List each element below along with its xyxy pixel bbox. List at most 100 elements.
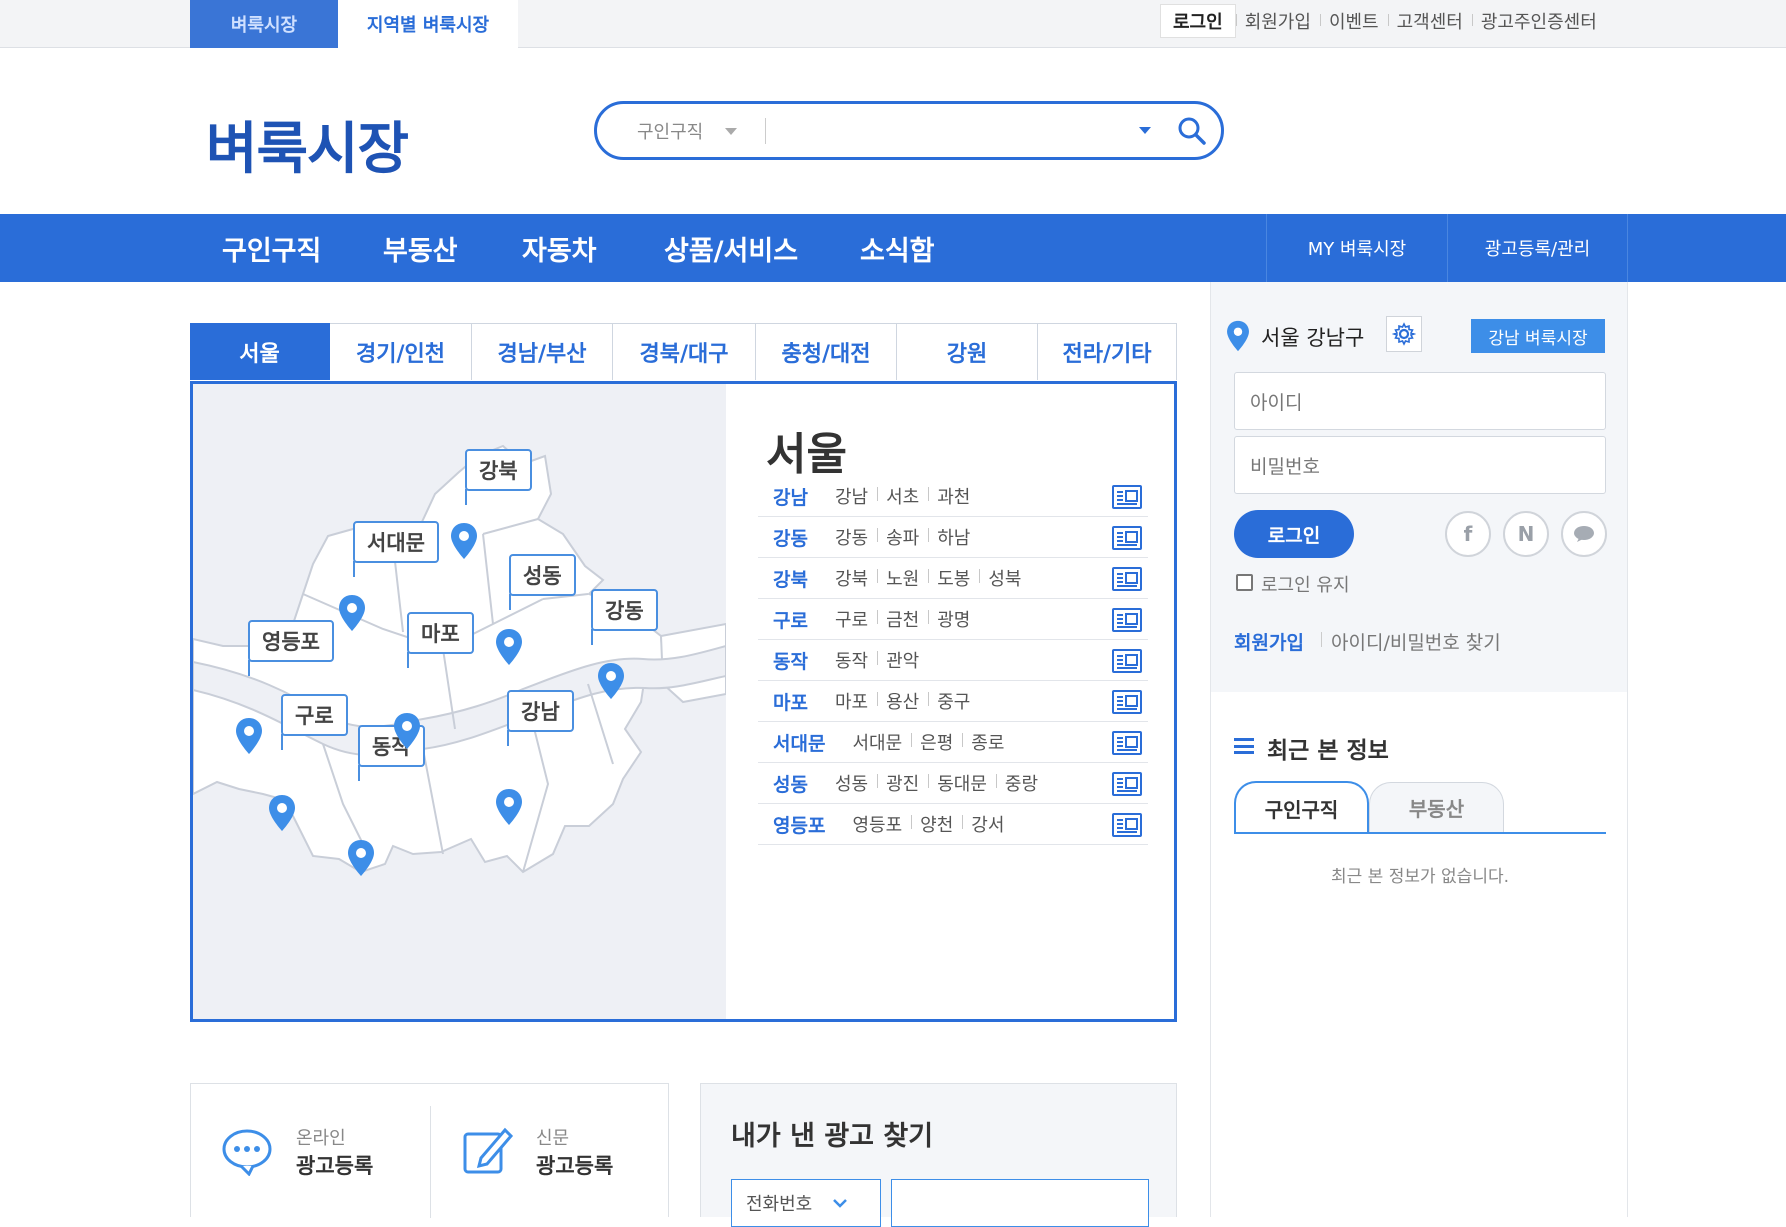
nav-jobs[interactable]: 구인구직	[222, 214, 321, 282]
login-button[interactable]: 로그인	[1234, 510, 1354, 558]
district-name[interactable]: 성동	[773, 770, 808, 797]
map-label-gangdong[interactable]: 강동	[591, 589, 658, 645]
district-row[interactable]: 동작 동작 관악	[758, 640, 1148, 681]
district-name[interactable]: 마포	[773, 688, 808, 715]
settings-gear-icon[interactable]	[1386, 316, 1422, 352]
sub-district[interactable]: 중랑	[995, 770, 1047, 796]
sub-district[interactable]: 구로	[826, 606, 877, 632]
district-row[interactable]: 구로 구로 금천 광명	[758, 599, 1148, 640]
sub-district[interactable]: 광진	[877, 770, 928, 796]
newspaper-icon[interactable]	[1112, 772, 1142, 796]
map-label-yeongdeungpo[interactable]: 영등포	[248, 620, 334, 676]
facebook-icon[interactable]: f	[1445, 511, 1491, 557]
chat-bubble-icon[interactable]	[221, 1128, 273, 1176]
top-signup-link[interactable]: 회원가입	[1235, 8, 1320, 34]
sub-district[interactable]: 은평	[911, 729, 962, 755]
kakao-chat-icon[interactable]	[1561, 511, 1607, 557]
sub-district[interactable]: 관악	[877, 647, 928, 673]
map-pin-icon[interactable]	[268, 794, 296, 832]
newspaper-icon[interactable]	[1112, 526, 1142, 550]
region-tab-gyeongnam[interactable]: 경남/부산	[472, 323, 613, 380]
sub-district[interactable]: 서초	[877, 483, 928, 509]
district-name[interactable]: 서대문	[773, 729, 825, 756]
nav-my-market[interactable]: MY 벼룩시장	[1266, 214, 1447, 282]
online-ad-link[interactable]: 광고등록	[296, 1150, 373, 1180]
newspaper-icon[interactable]	[1112, 567, 1142, 591]
sub-district[interactable]: 중구	[928, 688, 979, 714]
sub-district[interactable]: 광명	[928, 606, 979, 632]
district-name[interactable]: 강동	[773, 524, 808, 551]
region-tab-gyeonggi[interactable]: 경기/인천	[330, 323, 472, 380]
newspaper-icon[interactable]	[1112, 649, 1142, 673]
map-pin-icon[interactable]	[495, 788, 523, 826]
sub-district[interactable]: 서대문	[843, 729, 911, 755]
map-pin-icon[interactable]	[347, 839, 375, 877]
sub-district[interactable]: 강동	[826, 524, 877, 550]
region-tab-chungcheong[interactable]: 충청/대전	[756, 323, 897, 380]
sub-district[interactable]: 동대문	[928, 770, 996, 796]
map-pin-icon[interactable]	[597, 662, 625, 700]
signup-link[interactable]: 회원가입	[1234, 628, 1304, 655]
district-name[interactable]: 동작	[773, 647, 808, 674]
sub-district[interactable]: 양천	[911, 811, 962, 837]
recent-tab-real-estate[interactable]: 부동산	[1369, 782, 1504, 832]
nav-ad-manage[interactable]: 광고등록/관리	[1447, 214, 1628, 282]
sub-district[interactable]: 마포	[826, 688, 877, 714]
district-row[interactable]: 영등포 영등포 양천 강서	[758, 804, 1148, 845]
sub-district[interactable]: 하남	[928, 524, 979, 550]
newspaper-icon[interactable]	[1112, 485, 1142, 509]
find-value-input[interactable]	[891, 1179, 1149, 1227]
map-label-gangbuk[interactable]: 강북	[465, 449, 532, 505]
sub-district[interactable]: 동작	[826, 647, 877, 673]
region-tab-seoul[interactable]: 서울	[190, 323, 330, 380]
district-row[interactable]: 강남 강남 서초 과천	[758, 476, 1148, 517]
newspaper-icon[interactable]	[1112, 608, 1142, 632]
tab-flea-market[interactable]: 벼룩시장	[190, 0, 338, 48]
local-market-badge[interactable]: 강남 벼룩시장	[1471, 319, 1605, 353]
sub-district[interactable]: 성동	[826, 770, 877, 796]
district-row[interactable]: 마포 마포 용산 중구	[758, 681, 1148, 722]
nav-cars[interactable]: 자동차	[522, 214, 597, 282]
district-row[interactable]: 강동 강동 송파 하남	[758, 517, 1148, 558]
map-label-guro[interactable]: 구로	[281, 694, 348, 750]
sub-district[interactable]: 노원	[877, 565, 928, 591]
keep-login-checkbox[interactable]	[1236, 574, 1253, 591]
newspaper-icon[interactable]	[1112, 731, 1142, 755]
top-advertiser-link[interactable]: 광고주인증센터	[1471, 8, 1606, 34]
nav-news[interactable]: 소식함	[860, 214, 935, 282]
region-tab-gangwon[interactable]: 강원	[897, 323, 1038, 380]
sub-district[interactable]: 종로	[962, 729, 1013, 755]
district-row[interactable]: 강북 강북 노원 도봉 성북	[758, 558, 1148, 599]
search-icon[interactable]	[1177, 116, 1207, 148]
map-pin-icon[interactable]	[338, 594, 366, 632]
map-label-seodaemun[interactable]: 서대문	[353, 521, 439, 577]
sub-district[interactable]: 강북	[826, 565, 877, 591]
sub-district[interactable]: 용산	[877, 688, 928, 714]
district-name[interactable]: 구로	[773, 606, 808, 633]
region-tab-jeolla[interactable]: 전라/기타	[1038, 323, 1177, 380]
district-row[interactable]: 성동 성동 광진 동대문 중랑	[758, 763, 1148, 804]
map-label-seongdong[interactable]: 성동	[509, 554, 576, 610]
sub-district[interactable]: 금천	[877, 606, 928, 632]
top-login-link[interactable]: 로그인	[1160, 4, 1236, 38]
search-input[interactable]	[777, 112, 1127, 150]
sub-district[interactable]: 영등포	[843, 811, 911, 837]
search-category-select[interactable]: 구인구직	[637, 118, 757, 144]
top-support-link[interactable]: 고객센터	[1387, 8, 1472, 34]
dropdown-arrow-icon[interactable]	[1139, 127, 1151, 134]
id-field[interactable]: 아이디	[1234, 372, 1606, 430]
map-pin-icon[interactable]	[393, 712, 421, 750]
map-pin-icon[interactable]	[495, 628, 523, 666]
sub-district[interactable]: 송파	[877, 524, 928, 550]
edit-pencil-icon[interactable]	[461, 1124, 513, 1176]
district-row[interactable]: 서대문 서대문 은평 종로	[758, 722, 1148, 763]
top-event-link[interactable]: 이벤트	[1319, 8, 1388, 34]
nav-real-estate[interactable]: 부동산	[383, 214, 458, 282]
map-pin-icon[interactable]	[235, 717, 263, 755]
newspaper-icon[interactable]	[1112, 690, 1142, 714]
newspaper-icon[interactable]	[1112, 813, 1142, 837]
find-account-link[interactable]: 아이디/비밀번호 찾기	[1331, 628, 1501, 655]
naver-icon[interactable]: N	[1503, 511, 1549, 557]
map-pin-icon[interactable]	[450, 522, 478, 560]
sub-district[interactable]: 성북	[979, 565, 1030, 591]
